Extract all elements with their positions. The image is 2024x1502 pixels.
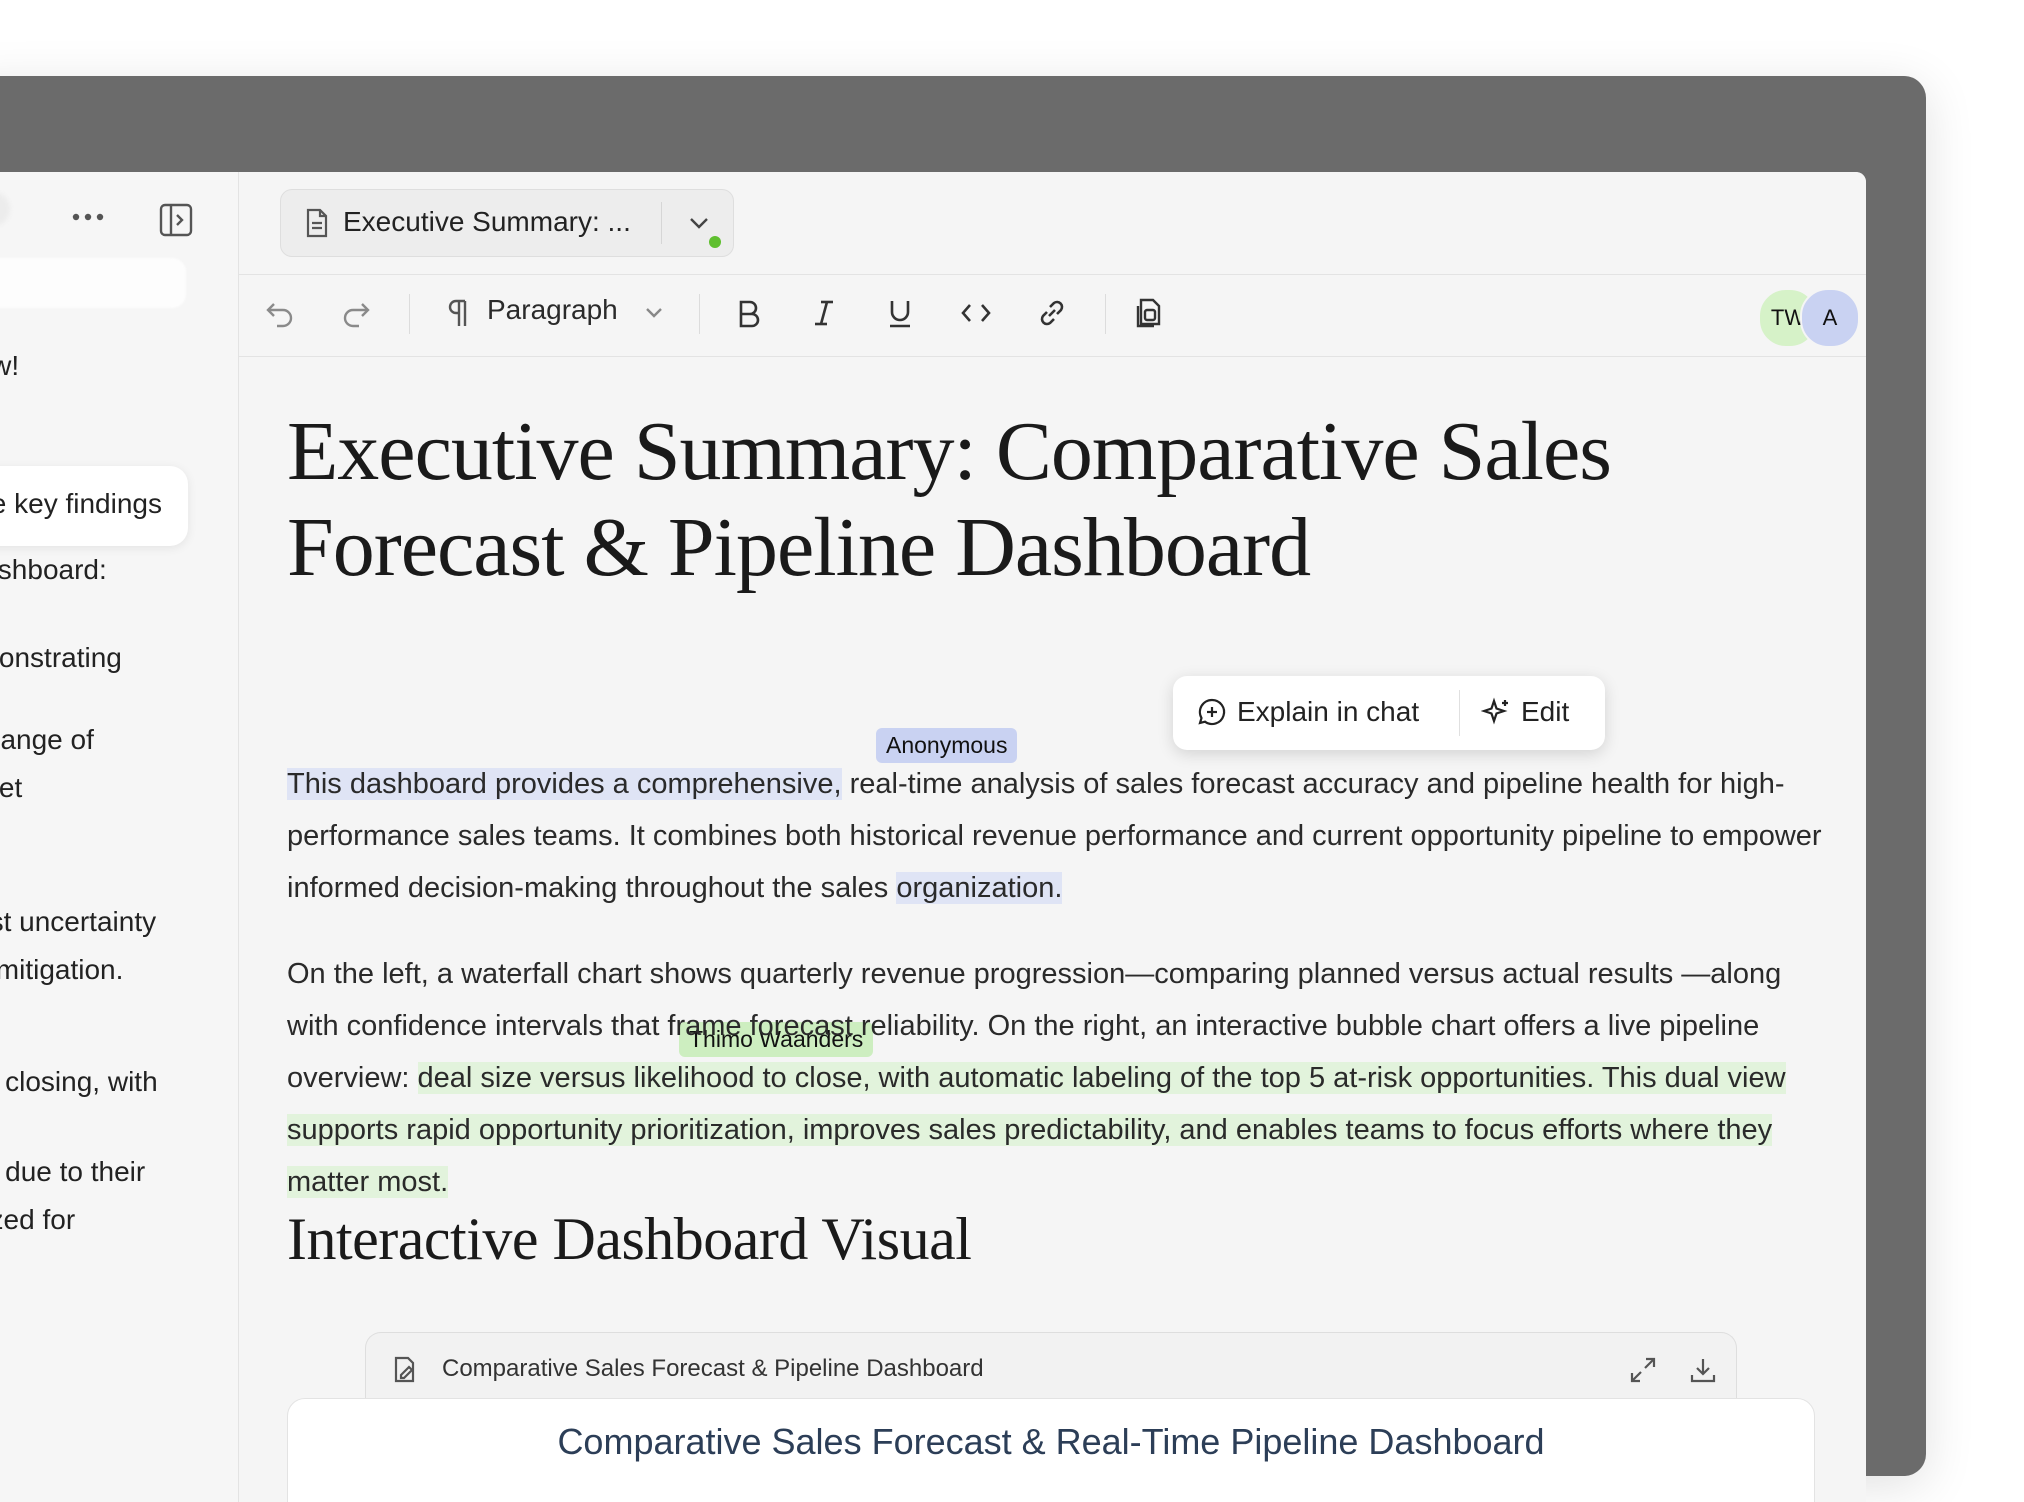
download-icon[interactable] bbox=[1688, 1355, 1718, 1390]
menu-divider bbox=[1459, 690, 1460, 736]
pilcrow-icon[interactable] bbox=[441, 296, 475, 330]
artifact-preview[interactable]: Comparative Sales Forecast & Real-Time P… bbox=[287, 1398, 1815, 1502]
underline-icon[interactable] bbox=[883, 296, 917, 330]
block-type-select[interactable]: Paragraph bbox=[487, 294, 618, 326]
code-icon[interactable] bbox=[959, 296, 993, 330]
document-editor: Executive Summary: ... Paragraph TW A Ex… bbox=[239, 172, 1866, 1502]
copy-document-icon[interactable] bbox=[1133, 296, 1167, 330]
dashboard-chart-title: Comparative Sales Forecast & Real-Time P… bbox=[557, 1421, 1545, 1462]
highlighted-text: deal size versus likelihood to close, wi… bbox=[287, 1062, 1786, 1198]
edit-document-icon[interactable] bbox=[390, 1355, 420, 1390]
section-heading[interactable]: Interactive Dashboard Visual bbox=[287, 1204, 972, 1274]
toolbar-divider bbox=[409, 294, 410, 334]
formatting-toolbar: Paragraph bbox=[239, 274, 1866, 352]
highlighted-text: This dashboard provides a comprehensive, bbox=[287, 768, 842, 800]
document-title[interactable]: Executive Summary: Comparative Sales For… bbox=[287, 404, 1807, 596]
expand-icon[interactable] bbox=[1628, 1355, 1658, 1390]
chat-message-line: sk mitigation. bbox=[0, 954, 124, 985]
sparkle-icon bbox=[1480, 697, 1508, 725]
user-message-text: he key findings bbox=[0, 488, 162, 519]
chat-plus-icon bbox=[1198, 698, 1226, 726]
selection-menu: Explain in chat Edit bbox=[1173, 676, 1605, 750]
artifact-title: Comparative Sales Forecast & Pipeline Da… bbox=[442, 1355, 984, 1382]
chat-search-pill[interactable] bbox=[0, 258, 186, 308]
document-tab[interactable]: Executive Summary: ... bbox=[280, 189, 734, 257]
document-icon bbox=[303, 208, 331, 238]
highlighted-text: organization. bbox=[896, 872, 1063, 904]
chat-message-line: Dashboard: bbox=[0, 554, 107, 585]
chat-message-line: now! bbox=[0, 350, 20, 381]
undo-icon[interactable] bbox=[263, 296, 297, 330]
chat-message-line: ritized for bbox=[0, 1204, 76, 1235]
document-tab-title: Executive Summary: ... bbox=[343, 206, 631, 237]
chat-message-line: meet bbox=[0, 772, 23, 803]
italic-icon[interactable] bbox=[807, 296, 841, 330]
chat-message-line: lip” due to their bbox=[0, 1156, 146, 1187]
chat-message-line: l of closing, with bbox=[0, 1066, 158, 1097]
chevron-down-icon[interactable] bbox=[687, 212, 711, 234]
more-options-icon[interactable] bbox=[70, 202, 106, 232]
explain-in-chat-button[interactable]: Explain in chat bbox=[1197, 696, 1419, 728]
app-window-frame: now! he key findings Dashboard: emonstra… bbox=[0, 76, 1926, 1502]
user-message-bubble: he key findings bbox=[0, 466, 188, 546]
sidebar-toggle-icon[interactable] bbox=[158, 202, 194, 238]
chat-message-line: cast uncertainty bbox=[0, 906, 157, 937]
summary-paragraph-1[interactable]: This dashboard provides a comprehensive,… bbox=[287, 758, 1837, 914]
toolbar-divider bbox=[699, 294, 700, 334]
app-screen: now! he key findings Dashboard: emonstra… bbox=[0, 172, 1866, 1502]
toolbar-divider bbox=[1105, 294, 1106, 334]
redo-icon[interactable] bbox=[339, 296, 373, 330]
avatar-a[interactable]: A bbox=[1800, 288, 1860, 348]
chat-message-line: emonstrating bbox=[0, 642, 122, 673]
link-icon[interactable] bbox=[1035, 296, 1069, 330]
summary-paragraph-2[interactable]: On the left, a waterfall chart shows qua… bbox=[287, 948, 1837, 1208]
edit-button[interactable]: Edit bbox=[1480, 696, 1569, 728]
tab-divider bbox=[661, 202, 662, 244]
chat-panel: now! he key findings Dashboard: emonstra… bbox=[0, 172, 239, 1502]
sync-status-dot bbox=[709, 236, 721, 248]
chevron-down-icon[interactable] bbox=[637, 296, 671, 330]
toolbar-bottom-divider bbox=[239, 356, 1866, 357]
chat-message-line: te range of bbox=[0, 724, 94, 755]
bold-icon[interactable] bbox=[731, 296, 765, 330]
chat-header-pill[interactable] bbox=[0, 192, 10, 226]
